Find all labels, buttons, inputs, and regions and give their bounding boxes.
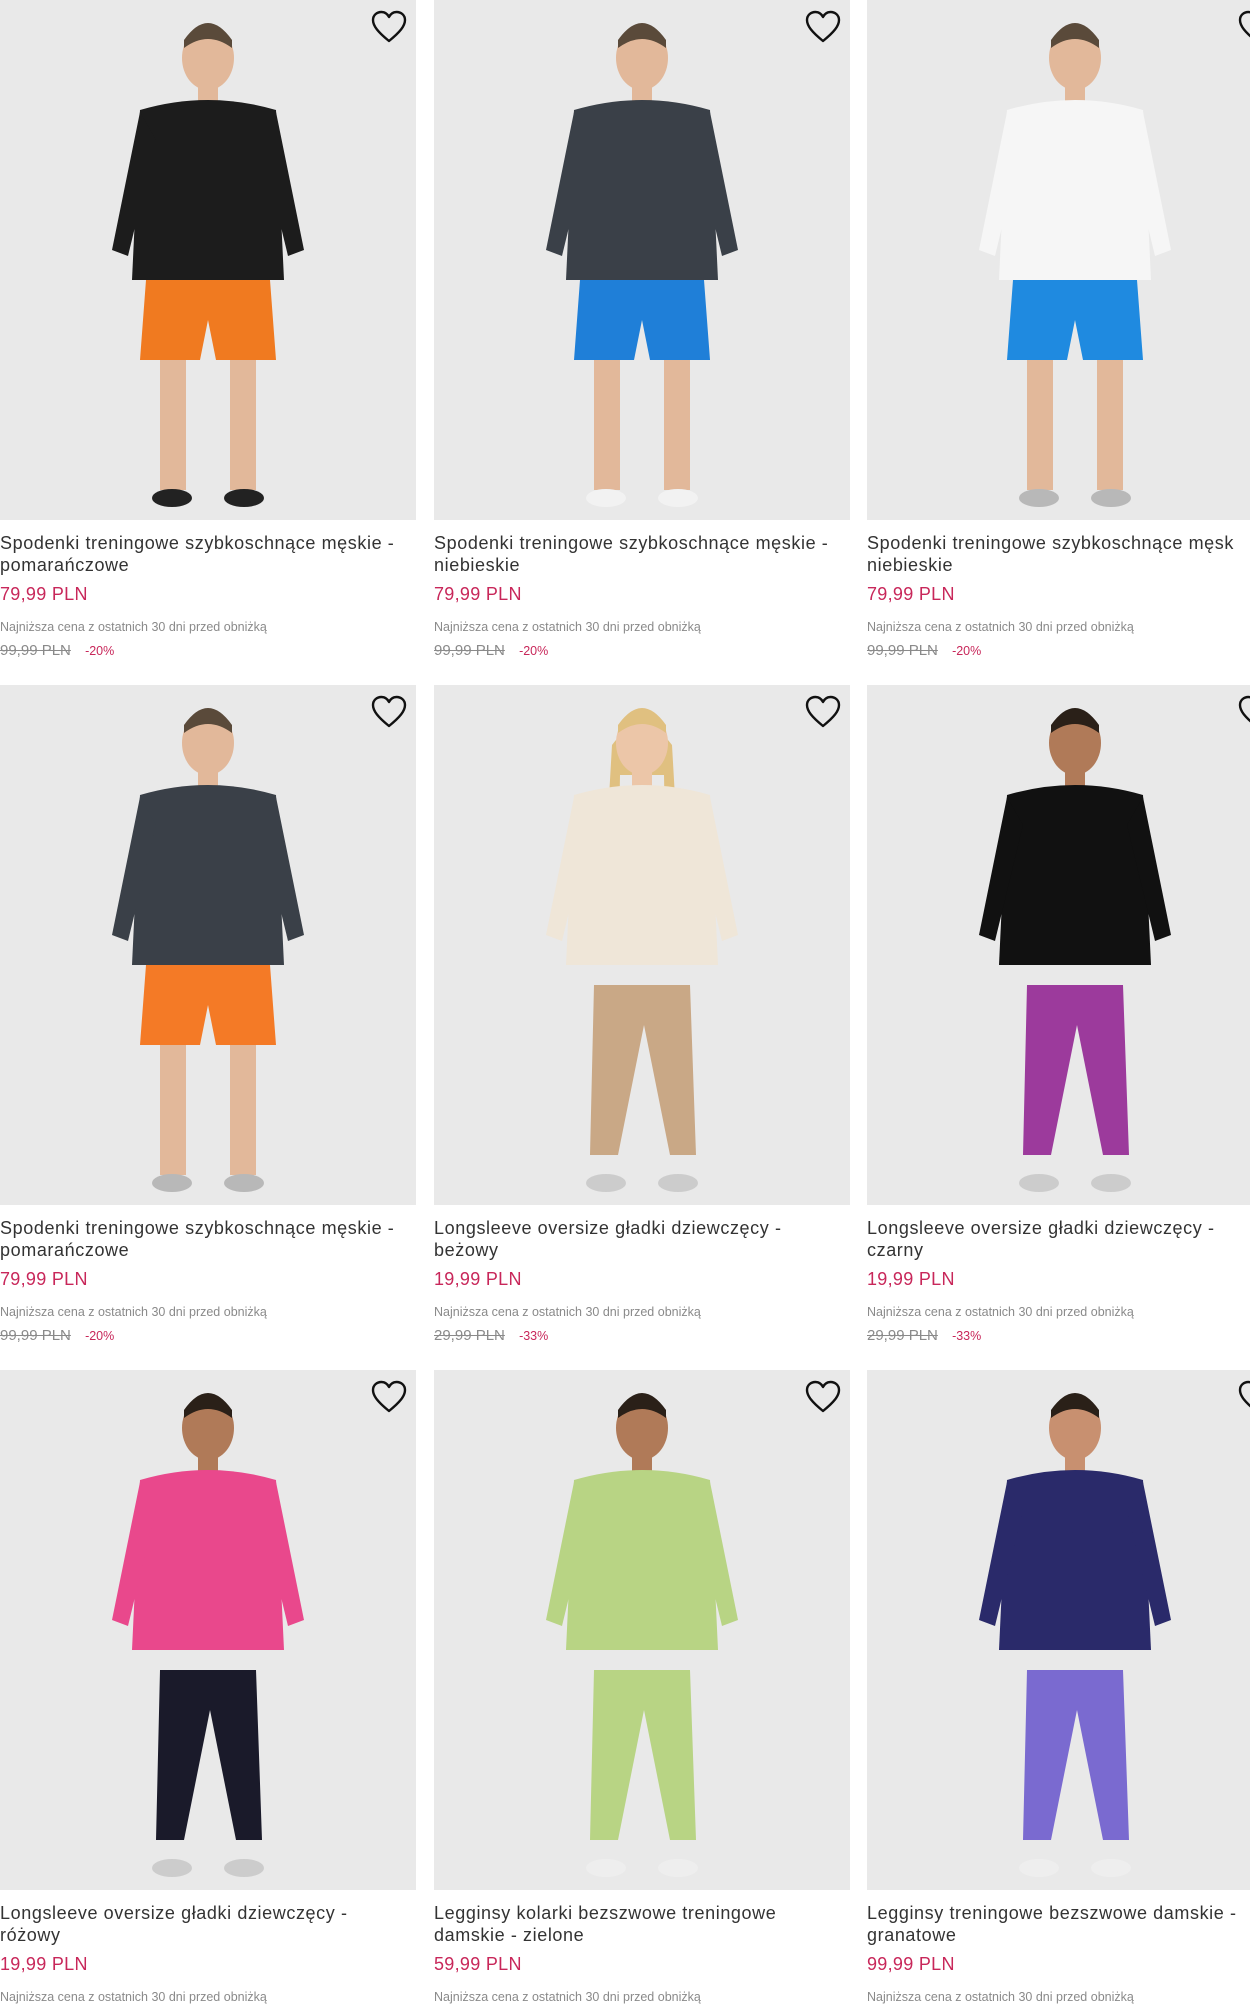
product-image[interactable] xyxy=(434,1370,850,1890)
wishlist-heart-icon[interactable] xyxy=(370,1380,408,1414)
product-title-line-2: granatowe xyxy=(867,1925,957,1945)
product-title-line-1: Longsleeve oversize gładki dziewczęcy - xyxy=(0,1903,348,1923)
lowest-price-note: Najniższa cena z ostatnich 30 dni przed … xyxy=(434,1990,701,2004)
discount-badge: -33% xyxy=(952,1329,982,1343)
product-price: 79,99 PLN xyxy=(0,1269,88,1289)
discount-badge: -20% xyxy=(952,644,982,658)
product-title-line-1: Spodenki treningowe szybkoschnące męskie… xyxy=(434,533,829,553)
discount-badge: -20% xyxy=(85,644,115,658)
product-title[interactable]: Legginsy kolarki bezszwowe treningowe da… xyxy=(434,1902,850,1946)
product-title[interactable]: Spodenki treningowe szybkoschnące męskie… xyxy=(0,1217,416,1261)
lowest-price-note: Najniższa cena z ostatnich 30 dni przed … xyxy=(0,1305,267,1319)
product-title[interactable]: Legginsy treningowe bezszwowe damskie - … xyxy=(867,1902,1250,1946)
lowest-price-note: Najniższa cena z ostatnich 30 dni przed … xyxy=(434,1305,701,1319)
discount-badge: -20% xyxy=(519,644,549,658)
old-price: 99,99 PLN xyxy=(0,642,71,659)
product-card[interactable]: Spodenki treningowe szybkoschnące męsk n… xyxy=(867,0,1250,668)
wishlist-heart-icon[interactable] xyxy=(804,10,842,44)
product-card[interactable]: Longsleeve oversize gładki dziewczęcy - … xyxy=(0,1370,416,2014)
product-title[interactable]: Spodenki treningowe szybkoschnące męskie… xyxy=(434,532,850,576)
product-image[interactable] xyxy=(0,1370,416,1890)
lowest-price-note: Najniższa cena z ostatnich 30 dni przed … xyxy=(0,1990,267,2004)
product-price: 99,99 PLN xyxy=(867,1954,955,1974)
product-card[interactable]: Spodenki treningowe szybkoschnące męskie… xyxy=(434,0,850,668)
product-title-line-2: niebieskie xyxy=(867,555,954,575)
wishlist-heart-icon[interactable] xyxy=(370,695,408,729)
wishlist-heart-icon[interactable] xyxy=(1237,10,1250,44)
old-price: 99,99 PLN xyxy=(434,642,505,659)
lowest-price-note: Najniższa cena z ostatnich 30 dni przed … xyxy=(867,1990,1134,2004)
product-price: 59,99 PLN xyxy=(434,1954,522,1974)
product-price: 79,99 PLN xyxy=(867,584,955,604)
old-price: 29,99 PLN xyxy=(867,1327,938,1344)
discount-badge: -20% xyxy=(85,1329,115,1343)
product-title[interactable]: Spodenki treningowe szybkoschnące męskie… xyxy=(0,532,416,576)
product-card[interactable]: Longsleeve oversize gładki dziewczęcy - … xyxy=(434,685,850,1353)
old-price-row: 29,99 PLN -33% xyxy=(434,1327,548,1344)
product-card[interactable]: Longsleeve oversize gładki dziewczęcy - … xyxy=(867,685,1250,1353)
old-price-row: 29,99 PLN -33% xyxy=(867,1327,981,1344)
product-title-line-1: Spodenki treningowe szybkoschnące męsk xyxy=(867,533,1234,553)
product-title[interactable]: Longsleeve oversize gładki dziewczęcy - … xyxy=(867,1217,1250,1261)
wishlist-heart-icon[interactable] xyxy=(804,1380,842,1414)
lowest-price-note: Najniższa cena z ostatnich 30 dni przed … xyxy=(867,620,1134,634)
product-card[interactable]: Legginsy treningowe bezszwowe damskie - … xyxy=(867,1370,1250,2014)
product-title-line-2: czarny xyxy=(867,1240,924,1260)
product-title-line-2: niebieskie xyxy=(434,555,521,575)
product-price: 19,99 PLN xyxy=(867,1269,955,1289)
product-card[interactable]: Legginsy kolarki bezszwowe treningowe da… xyxy=(434,1370,850,2014)
product-title-line-2: pomarańczowe xyxy=(0,555,130,575)
product-image[interactable] xyxy=(867,1370,1250,1890)
lowest-price-note: Najniższa cena z ostatnich 30 dni przed … xyxy=(434,620,701,634)
product-image[interactable] xyxy=(867,685,1250,1205)
product-price: 19,99 PLN xyxy=(0,1954,88,1974)
product-price: 19,99 PLN xyxy=(434,1269,522,1289)
product-image[interactable] xyxy=(0,685,416,1205)
old-price: 99,99 PLN xyxy=(0,1327,71,1344)
product-title-line-2: beżowy xyxy=(434,1240,499,1260)
old-price: 29,99 PLN xyxy=(434,1327,505,1344)
lowest-price-note: Najniższa cena z ostatnich 30 dni przed … xyxy=(0,620,267,634)
product-price: 79,99 PLN xyxy=(434,584,522,604)
old-price: 99,99 PLN xyxy=(867,642,938,659)
wishlist-heart-icon[interactable] xyxy=(370,10,408,44)
product-image[interactable] xyxy=(434,0,850,520)
product-title[interactable]: Longsleeve oversize gładki dziewczęcy - … xyxy=(434,1217,850,1261)
old-price-row: 99,99 PLN -20% xyxy=(867,642,981,659)
wishlist-heart-icon[interactable] xyxy=(1237,1380,1250,1414)
product-card[interactable]: Spodenki treningowe szybkoschnące męskie… xyxy=(0,685,416,1353)
product-title-line-1: Spodenki treningowe szybkoschnące męskie… xyxy=(0,1218,395,1238)
product-title[interactable]: Spodenki treningowe szybkoschnące męsk n… xyxy=(867,532,1250,576)
product-title-line-2: pomarańczowe xyxy=(0,1240,130,1260)
product-title-line-1: Longsleeve oversize gładki dziewczęcy - xyxy=(434,1218,782,1238)
product-title-line-1: Legginsy treningowe bezszwowe damskie - xyxy=(867,1903,1237,1923)
product-card[interactable]: Spodenki treningowe szybkoschnące męskie… xyxy=(0,0,416,668)
product-title-line-1: Legginsy kolarki bezszwowe treningowe xyxy=(434,1903,777,1923)
lowest-price-note: Najniższa cena z ostatnich 30 dni przed … xyxy=(867,1305,1134,1319)
discount-badge: -33% xyxy=(519,1329,549,1343)
product-title-line-1: Spodenki treningowe szybkoschnące męskie… xyxy=(0,533,395,553)
wishlist-heart-icon[interactable] xyxy=(804,695,842,729)
product-image[interactable] xyxy=(0,0,416,520)
product-image[interactable] xyxy=(434,685,850,1205)
old-price-row: 99,99 PLN -20% xyxy=(434,642,548,659)
product-title-line-2: różowy xyxy=(0,1925,61,1945)
old-price-row: 99,99 PLN -20% xyxy=(0,1327,114,1344)
product-title-line-2: damskie - zielone xyxy=(434,1925,585,1945)
wishlist-heart-icon[interactable] xyxy=(1237,695,1250,729)
product-grid: Spodenki treningowe szybkoschnące męskie… xyxy=(0,0,1250,2014)
product-title-line-1: Longsleeve oversize gładki dziewczęcy - xyxy=(867,1218,1215,1238)
old-price-row: 99,99 PLN -20% xyxy=(0,642,114,659)
product-image[interactable] xyxy=(867,0,1250,520)
product-title[interactable]: Longsleeve oversize gładki dziewczęcy - … xyxy=(0,1902,416,1946)
product-price: 79,99 PLN xyxy=(0,584,88,604)
